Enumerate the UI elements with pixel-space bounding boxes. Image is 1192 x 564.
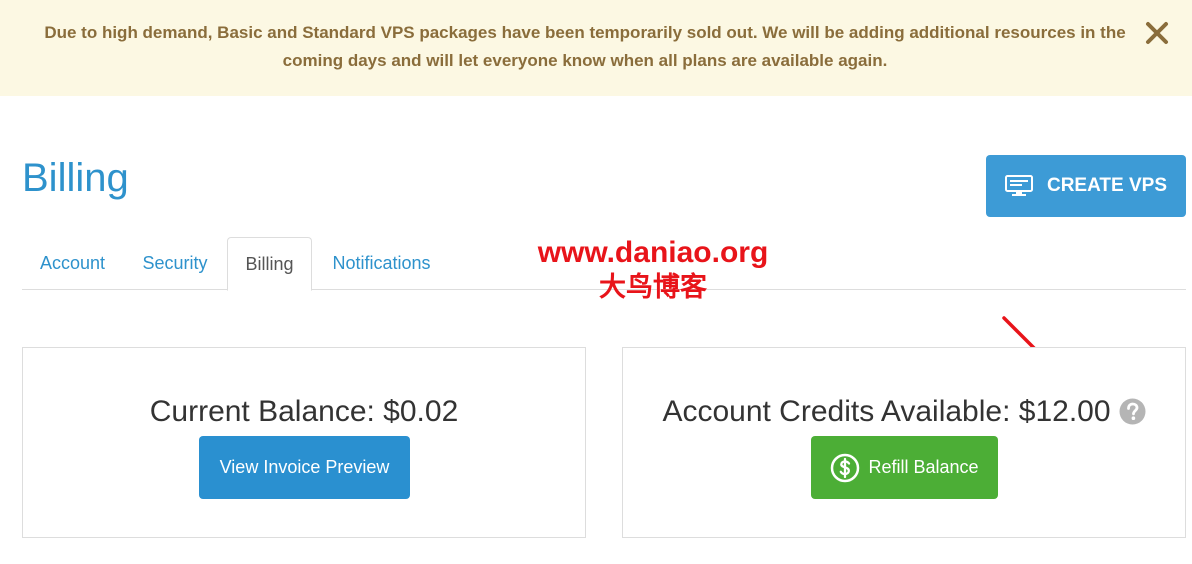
notice-text: Due to high demand, Basic and Standard V…	[44, 23, 1126, 70]
account-credits-label: Account Credits Available: $12.00	[662, 395, 1111, 428]
create-vps-button[interactable]: CREATE VPS	[986, 155, 1186, 217]
monitor-icon	[1004, 175, 1033, 196]
question-circle-icon[interactable]	[1119, 398, 1146, 425]
view-invoice-preview-button[interactable]: View Invoice Preview	[199, 436, 410, 499]
current-balance-label: Current Balance: $0.02	[149, 395, 459, 428]
tab-account[interactable]: Account	[22, 237, 123, 290]
watermark-url: www.daniao.org	[537, 236, 769, 269]
refill-balance-label: Refill Balance	[868, 457, 979, 477]
account-credits-panel: Account Credits Available: $12.00 Refill…	[622, 347, 1186, 538]
refill-balance-button[interactable]: Refill Balance	[811, 436, 998, 499]
close-icon[interactable]	[1144, 20, 1170, 46]
dollar-circle-icon	[831, 453, 860, 482]
tab-notifications[interactable]: Notifications	[312, 237, 451, 290]
page-title: Billing	[22, 156, 129, 200]
tab-security[interactable]: Security	[123, 237, 227, 290]
credits-row: Account Credits Available: $12.00	[623, 394, 1185, 430]
watermark: www.daniao.org 大鸟博客	[528, 234, 778, 304]
current-balance-panel: Current Balance: $0.02 View Invoice Prev…	[22, 347, 586, 538]
tab-billing[interactable]: Billing	[227, 237, 312, 291]
create-vps-label: CREATE VPS	[1046, 175, 1167, 196]
watermark-cn: 大鸟博客	[599, 272, 707, 303]
sold-out-notice: Due to high demand, Basic and Standard V…	[0, 0, 1192, 96]
